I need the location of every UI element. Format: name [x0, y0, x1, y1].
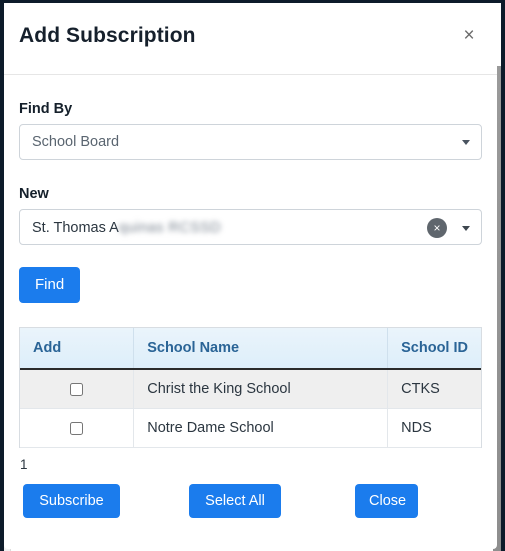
table-row: Notre Dame School NDS — [20, 408, 481, 448]
window-right-edge — [501, 0, 505, 551]
row-add-cell — [20, 408, 135, 448]
row-checkbox[interactable] — [70, 421, 84, 435]
select-all-button[interactable]: Select All — [189, 484, 281, 518]
row-add-cell — [20, 369, 135, 409]
pagination-current-page[interactable]: 1 — [19, 457, 482, 472]
results-table: Add School Name School ID Christ the Kin… — [20, 328, 481, 448]
find-by-select[interactable]: School Board — [19, 124, 482, 160]
close-icon[interactable]: × — [458, 25, 480, 47]
screenshot-viewport: Add Subscription × Find By School Board … — [0, 0, 505, 551]
find-by-select-wrap: School Board — [19, 124, 482, 160]
new-field-value-redacted: quinas RCSSD — [118, 220, 222, 236]
dialog-footer: Subscribe Select All Close — [19, 484, 482, 524]
results-table-wrap: Add School Name School ID Christ the Kin… — [19, 327, 482, 448]
new-field-value: St. Thomas Aquinas RCSSD — [32, 210, 221, 246]
dialog-header: Add Subscription × — [4, 3, 497, 75]
table-row: Christ the King School CTKS — [20, 369, 481, 409]
find-button[interactable]: Find — [19, 267, 81, 303]
row-school-name: Christ the King School — [133, 369, 389, 409]
results-table-head: Add School Name School ID — [20, 328, 481, 370]
row-checkbox[interactable] — [70, 382, 84, 396]
table-header-row: Add School Name School ID — [20, 328, 481, 370]
add-subscription-dialog: Add Subscription × Find By School Board … — [4, 3, 497, 549]
chevron-down-icon — [462, 226, 470, 231]
new-field-value-visible: St. Thomas A — [32, 220, 119, 236]
subscribe-button[interactable]: Subscribe — [23, 484, 120, 518]
find-by-label: Find By — [19, 101, 73, 117]
row-school-name: Notre Dame School — [133, 408, 389, 448]
new-field-select[interactable]: St. Thomas Aquinas RCSSD × — [19, 209, 482, 245]
dialog-title: Add Subscription — [19, 24, 196, 47]
row-school-id: NDS — [387, 408, 481, 448]
dialog-body: Find By School Board New St. Thomas Aqui… — [4, 101, 497, 524]
column-header-add: Add — [20, 328, 135, 370]
new-field-label: New — [19, 186, 49, 202]
row-school-id: CTKS — [387, 369, 481, 409]
clear-selection-icon[interactable]: × — [427, 218, 447, 238]
close-button[interactable]: Close — [355, 484, 418, 518]
results-table-body: Christ the King School CTKS Notre Dame S… — [20, 369, 481, 448]
column-header-school-name: School Name — [133, 328, 389, 370]
column-header-school-id: School ID — [387, 328, 481, 370]
